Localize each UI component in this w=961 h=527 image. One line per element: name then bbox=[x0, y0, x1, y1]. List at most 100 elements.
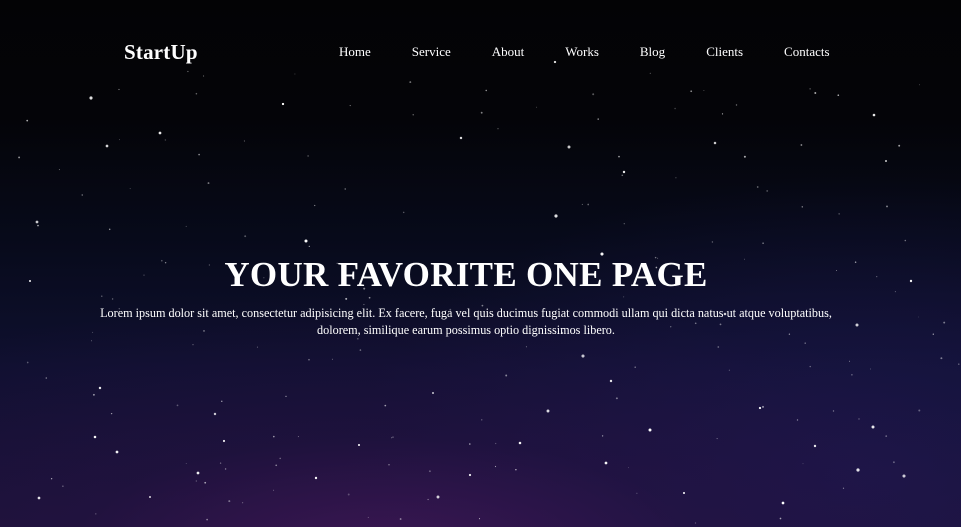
star bbox=[804, 342, 806, 344]
star bbox=[480, 111, 483, 114]
star bbox=[849, 360, 850, 362]
star bbox=[35, 220, 39, 224]
star bbox=[518, 441, 522, 445]
star bbox=[515, 468, 517, 471]
star bbox=[813, 444, 817, 448]
star bbox=[98, 386, 102, 390]
star bbox=[621, 174, 624, 177]
star bbox=[50, 478, 53, 480]
star bbox=[279, 457, 281, 460]
star bbox=[604, 461, 608, 465]
star bbox=[459, 136, 463, 140]
star bbox=[497, 128, 499, 130]
star bbox=[273, 435, 275, 438]
star bbox=[554, 214, 558, 218]
star bbox=[885, 435, 888, 437]
star bbox=[809, 365, 811, 368]
star bbox=[244, 235, 247, 238]
star bbox=[856, 468, 860, 472]
star bbox=[349, 105, 351, 107]
navbar: StartUp Home Service About Works Blog Cl… bbox=[0, 0, 961, 104]
star bbox=[224, 468, 227, 470]
star bbox=[872, 113, 876, 117]
star bbox=[95, 513, 97, 515]
star bbox=[713, 141, 717, 145]
star bbox=[892, 461, 895, 464]
star bbox=[762, 405, 764, 408]
star bbox=[93, 435, 97, 439]
nav-item-blog[interactable]: Blog bbox=[640, 44, 665, 60]
site-logo[interactable]: StartUp bbox=[124, 38, 198, 66]
nav-item-service[interactable]: Service bbox=[412, 44, 451, 60]
star bbox=[622, 170, 626, 174]
star bbox=[388, 464, 390, 466]
nav-item-works[interactable]: Works bbox=[565, 44, 599, 60]
star bbox=[115, 450, 119, 454]
star bbox=[886, 205, 888, 208]
star bbox=[428, 470, 431, 473]
star bbox=[367, 516, 369, 518]
star bbox=[623, 296, 625, 298]
star bbox=[634, 366, 636, 368]
star bbox=[90, 340, 93, 342]
star bbox=[219, 462, 222, 464]
star bbox=[495, 442, 497, 445]
star bbox=[58, 169, 60, 171]
hero-section: StartUp Home Service About Works Blog Cl… bbox=[0, 0, 961, 527]
star bbox=[918, 316, 919, 318]
star bbox=[221, 400, 223, 402]
star bbox=[609, 379, 613, 383]
star bbox=[241, 502, 244, 504]
star bbox=[781, 501, 785, 505]
star bbox=[802, 463, 804, 465]
star bbox=[762, 242, 764, 245]
star bbox=[832, 410, 835, 412]
nav-item-home[interactable]: Home bbox=[339, 44, 371, 60]
star bbox=[546, 409, 550, 413]
nav-item-clients[interactable]: Clients bbox=[706, 44, 743, 60]
star bbox=[273, 489, 275, 491]
star bbox=[943, 321, 946, 324]
star bbox=[567, 145, 571, 149]
star bbox=[213, 412, 217, 416]
star bbox=[402, 211, 405, 214]
star bbox=[285, 395, 287, 398]
star bbox=[105, 144, 109, 148]
star bbox=[494, 465, 497, 468]
star bbox=[204, 481, 207, 484]
star bbox=[800, 144, 803, 146]
star bbox=[958, 363, 960, 365]
star bbox=[192, 344, 194, 346]
star bbox=[597, 118, 599, 120]
star bbox=[256, 346, 258, 348]
star bbox=[468, 473, 472, 477]
star bbox=[222, 439, 226, 443]
star bbox=[185, 225, 187, 227]
star bbox=[148, 495, 152, 499]
star bbox=[412, 114, 414, 116]
star bbox=[898, 144, 901, 147]
star bbox=[304, 239, 308, 243]
star bbox=[648, 428, 652, 432]
star bbox=[682, 491, 686, 495]
star bbox=[347, 493, 350, 496]
star bbox=[711, 241, 714, 243]
star bbox=[198, 153, 200, 156]
star bbox=[940, 357, 943, 360]
star bbox=[779, 517, 782, 520]
star bbox=[359, 349, 362, 351]
star bbox=[918, 409, 921, 412]
star bbox=[904, 239, 907, 242]
nav-item-about[interactable]: About bbox=[492, 44, 525, 60]
nav-item-contacts[interactable]: Contacts bbox=[784, 44, 830, 60]
star bbox=[307, 155, 309, 157]
star bbox=[207, 182, 210, 185]
star bbox=[26, 361, 29, 364]
star bbox=[481, 419, 483, 421]
star bbox=[297, 436, 299, 438]
star bbox=[92, 393, 95, 396]
star bbox=[81, 194, 83, 196]
star bbox=[871, 425, 875, 429]
nav-menu: Home Service About Works Blog Clients Co… bbox=[339, 44, 830, 60]
star bbox=[314, 476, 318, 480]
